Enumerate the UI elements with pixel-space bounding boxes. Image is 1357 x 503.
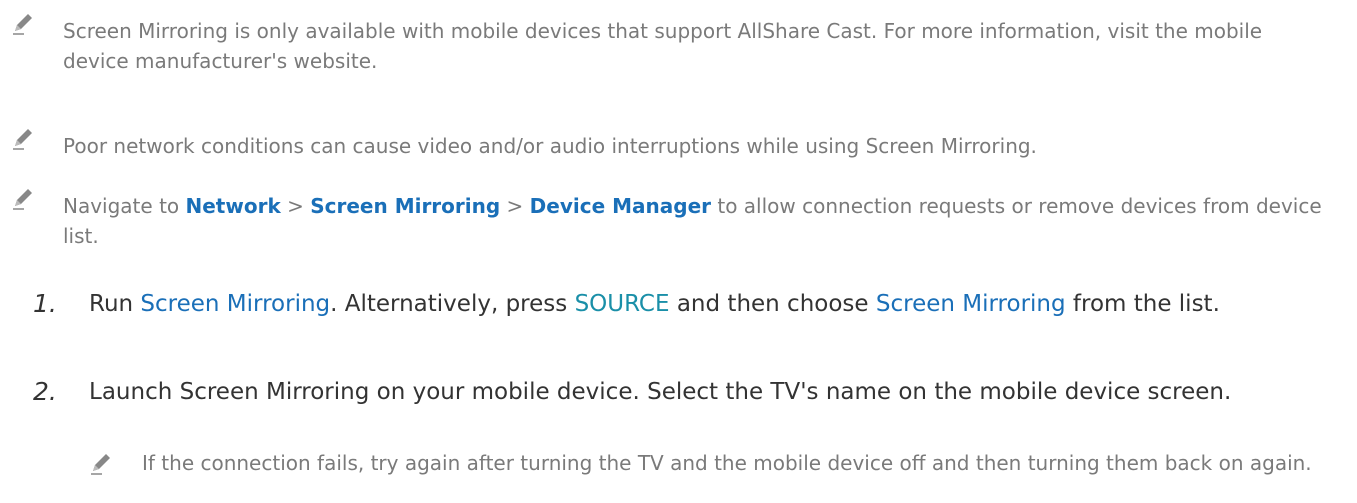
pencil-icon xyxy=(13,129,32,150)
source-button-term: SOURCE xyxy=(574,291,670,317)
step-text: Launch Screen Mirroring on your mobile d… xyxy=(89,379,1232,405)
step-number: 2. xyxy=(33,377,57,406)
step-text: Run Screen Mirroring. Alternatively, pre… xyxy=(89,291,1220,317)
menu-screen-mirroring: Screen Mirroring xyxy=(310,194,501,218)
screen-mirroring-term: Screen Mirroring xyxy=(140,291,331,317)
menu-network: Network xyxy=(185,194,281,218)
pencil-icon xyxy=(91,454,110,475)
screen-mirroring-term: Screen Mirroring xyxy=(875,291,1066,317)
step-number: 1. xyxy=(33,289,57,318)
note-text: Navigate to Network > Screen Mirroring >… xyxy=(63,194,1322,248)
pencil-icon xyxy=(13,189,32,210)
menu-device-manager: Device Manager xyxy=(529,194,711,218)
pencil-icon xyxy=(13,14,32,35)
note-text: Screen Mirroring is only available with … xyxy=(63,19,1263,73)
note-text: Poor network conditions can cause video … xyxy=(63,134,1037,158)
note-text: If the connection fails, try again after… xyxy=(142,451,1312,475)
